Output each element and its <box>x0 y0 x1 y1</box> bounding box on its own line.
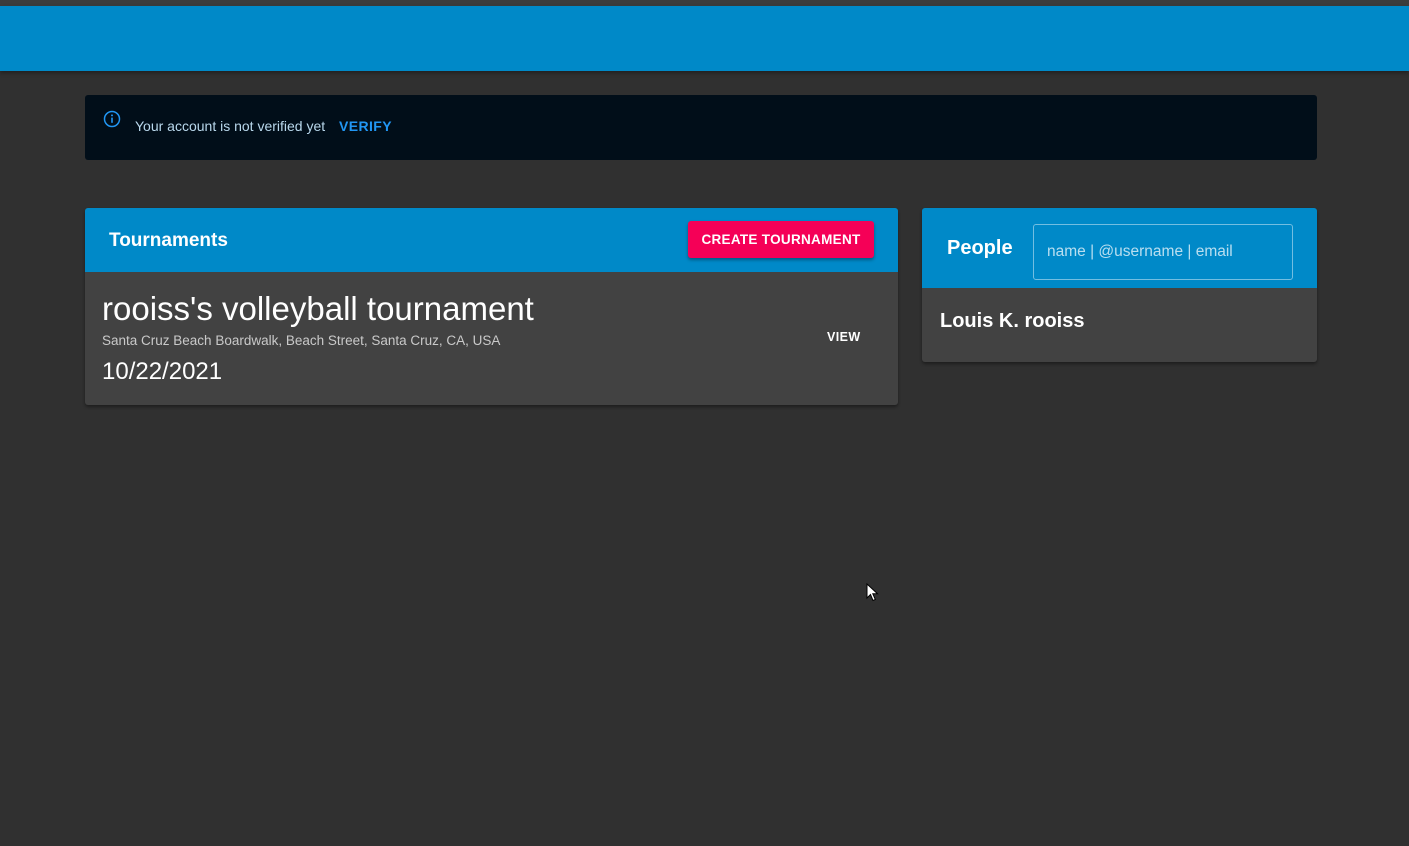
info-icon <box>103 110 121 128</box>
tournament-date: 10/22/2021 <box>102 358 223 385</box>
people-title: People <box>947 237 1013 259</box>
view-tournament-button[interactable]: VIEW <box>827 330 861 344</box>
alert-message: Your account is not verified yet <box>135 118 326 134</box>
people-card: People Louis K. rooiss <box>922 208 1317 362</box>
tournaments-title: Tournaments <box>109 230 228 251</box>
tournaments-header: Tournaments CREATE TOURNAMENT <box>85 208 898 272</box>
mouse-cursor-icon <box>866 582 880 603</box>
verification-alert: Your account is not verified yet VERIFY <box>85 95 1317 160</box>
create-tournament-button[interactable]: CREATE TOURNAMENT <box>688 221 874 258</box>
tournaments-card: Tournaments CREATE TOURNAMENT rooiss's v… <box>85 208 898 405</box>
people-search-input[interactable] <box>1033 224 1293 280</box>
verify-button[interactable]: VERIFY <box>339 118 392 134</box>
person-list-item[interactable]: Louis K. rooiss <box>940 310 1084 333</box>
app-bar <box>0 6 1409 71</box>
people-header: People <box>922 208 1317 288</box>
tournament-location: Santa Cruz Beach Boardwalk, Beach Street… <box>102 333 501 348</box>
tournament-name: rooiss's volleyball tournament <box>102 290 534 327</box>
